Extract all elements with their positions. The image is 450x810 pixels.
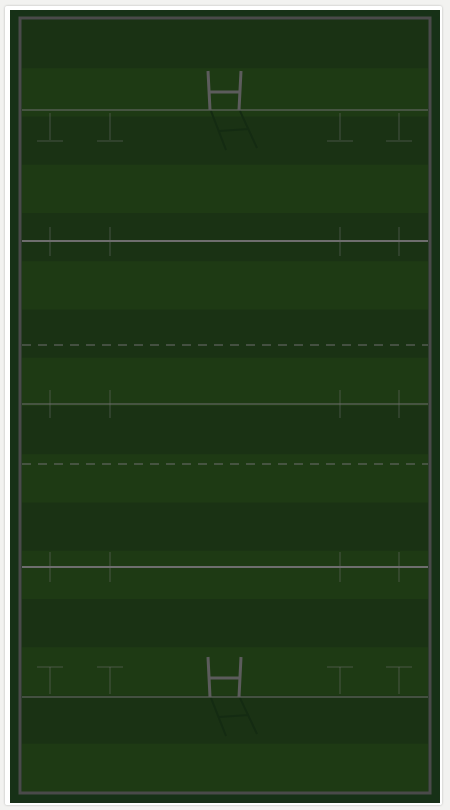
grass-stripe	[22, 743, 428, 793]
grass-stripe	[22, 20, 428, 69]
grass-stripe	[22, 309, 428, 359]
grass-stripe	[22, 550, 428, 600]
rugby-pitch	[10, 10, 440, 803]
grass-stripe	[22, 261, 428, 310]
grass-stripe	[22, 695, 428, 745]
grass-stripe	[22, 116, 428, 166]
grass-stripe	[22, 357, 428, 407]
grass-stripe	[22, 647, 428, 696]
grass-stripe	[22, 406, 428, 455]
grass-stripe	[22, 599, 428, 648]
grass-stripe	[22, 454, 428, 503]
grass-stripe	[22, 502, 428, 552]
grass-stripe	[22, 213, 428, 262]
grass-stripe	[22, 164, 428, 214]
